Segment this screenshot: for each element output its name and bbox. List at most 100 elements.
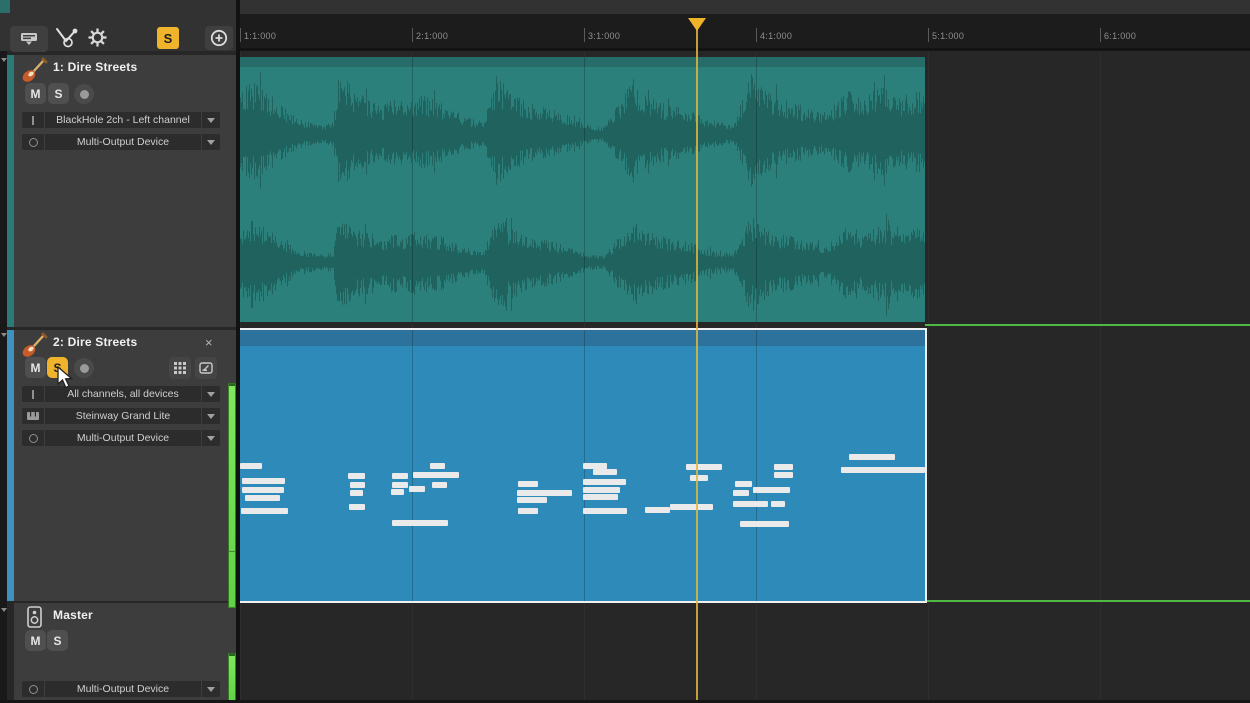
midi-note[interactable]: [645, 507, 670, 513]
ruler-tick-label: 6:1:000: [1104, 31, 1136, 41]
record-dot-icon: [80, 90, 89, 99]
midi-note[interactable]: [690, 475, 708, 481]
input-icon: [22, 386, 45, 402]
midi-note[interactable]: [583, 494, 618, 500]
ruler-top-strip: [240, 0, 1250, 14]
ruler-tick-label: 1:1:000: [244, 31, 276, 41]
midi-note[interactable]: [583, 479, 626, 485]
midi-note[interactable]: [349, 504, 365, 510]
midi-note[interactable]: [686, 464, 722, 470]
midi-note[interactable]: [733, 490, 749, 496]
master-track-name[interactable]: Master: [53, 608, 93, 622]
midi-note[interactable]: [245, 495, 280, 501]
midi-note[interactable]: [774, 472, 793, 478]
track1-mute-button[interactable]: M: [25, 83, 46, 104]
chevron-down-icon[interactable]: [201, 408, 220, 424]
midi-note[interactable]: [392, 482, 408, 488]
master-output-selector[interactable]: Multi-Output Device: [22, 681, 220, 697]
midi-note[interactable]: [432, 482, 447, 488]
track2-record-arm-button[interactable]: [74, 358, 94, 378]
chevron-down-icon[interactable]: [201, 386, 220, 402]
playhead-marker[interactable]: [688, 18, 706, 31]
track2-mute-button[interactable]: M: [25, 357, 46, 378]
midi-note[interactable]: [350, 490, 363, 496]
midi-note[interactable]: [240, 463, 262, 469]
guitar-icon: [20, 57, 48, 85]
midi-note[interactable]: [242, 487, 284, 493]
global-solo-indicator[interactable]: S: [157, 27, 179, 49]
midi-note[interactable]: [348, 473, 365, 479]
midi-note[interactable]: [841, 467, 925, 473]
midi-note[interactable]: [593, 469, 617, 475]
ruler-tick: [928, 28, 929, 42]
chevron-down-icon[interactable]: [201, 134, 220, 150]
chevron-down-icon[interactable]: [201, 112, 220, 128]
midi-note[interactable]: [583, 508, 627, 514]
midi-note[interactable]: [409, 486, 425, 492]
chevron-down-icon[interactable]: [201, 430, 220, 446]
midi-note[interactable]: [392, 473, 408, 479]
plus-circle-icon: [210, 29, 228, 47]
midi-note[interactable]: [670, 504, 713, 510]
track2-close-button[interactable]: ×: [205, 336, 213, 349]
popup-window-icon: [199, 362, 213, 374]
midi-note[interactable]: [517, 490, 572, 496]
track-header-1[interactable]: 1: Dire Streets M S BlackHole 2ch - Left…: [7, 55, 236, 327]
audio-clip-dire-streets[interactable]: [238, 57, 925, 322]
midi-note[interactable]: [392, 520, 448, 526]
track2-popup-window-button[interactable]: [195, 357, 217, 379]
midi-note[interactable]: [430, 463, 445, 469]
midi-clip-header[interactable]: [238, 330, 925, 346]
panel-toggle-button[interactable]: [10, 26, 48, 52]
track2-name[interactable]: 2: Dire Streets: [53, 335, 137, 349]
keyboard-icon: [22, 408, 45, 424]
track2-instrument-selector[interactable]: Steinway Grand Lite: [22, 408, 220, 424]
guitar-icon: [20, 332, 48, 360]
track2-grid-view-button[interactable]: [169, 357, 191, 379]
midi-note[interactable]: [391, 489, 404, 495]
ruler-tick-label: 2:1:000: [416, 31, 448, 41]
track1-solo-button[interactable]: S: [48, 83, 69, 104]
midi-note[interactable]: [774, 464, 793, 470]
track2-instrument-label: Steinway Grand Lite: [45, 410, 201, 422]
master-solo-button[interactable]: S: [47, 630, 68, 651]
chevron-down-icon[interactable]: [201, 681, 220, 697]
track2-input-selector[interactable]: All channels, all devices: [22, 386, 220, 402]
midi-note[interactable]: [771, 501, 785, 507]
track1-output-selector[interactable]: Multi-Output Device: [22, 134, 220, 150]
timeline-ruler[interactable]: 1:1:0002:1:0003:1:0004:1:0005:1:0006:1:0…: [240, 14, 1250, 48]
master-mute-button[interactable]: M: [25, 630, 46, 651]
midi-note[interactable]: [518, 508, 538, 514]
midi-clip-dire-streets-selected[interactable]: [236, 328, 927, 603]
midi-note[interactable]: [735, 481, 752, 487]
clip-bar-line: [412, 330, 413, 601]
automation-icon: [53, 26, 80, 49]
midi-note[interactable]: [517, 497, 547, 503]
settings-button[interactable]: [88, 28, 107, 52]
track1-record-arm-button[interactable]: [74, 84, 94, 104]
track2-output-selector[interactable]: Multi-Output Device: [22, 430, 220, 446]
midi-note[interactable]: [241, 508, 288, 514]
track1-input-selector[interactable]: BlackHole 2ch - Left channel: [22, 112, 220, 128]
track-header-master[interactable]: Master M S Multi-Output Device: [7, 603, 236, 700]
clip-bar-line: [756, 330, 757, 601]
midi-note[interactable]: [753, 487, 790, 493]
gear-icon: [88, 28, 107, 47]
midi-note[interactable]: [242, 478, 285, 484]
track1-name[interactable]: 1: Dire Streets: [53, 60, 137, 74]
midi-note[interactable]: [733, 501, 768, 507]
output-icon: [22, 134, 45, 150]
midi-note[interactable]: [350, 482, 365, 488]
midi-note[interactable]: [413, 472, 459, 478]
midi-note[interactable]: [849, 454, 895, 460]
track-header-2[interactable]: 2: Dire Streets × M S All c: [7, 330, 236, 601]
ruler-border: [240, 48, 1250, 51]
waveform-graphic: [238, 57, 925, 322]
midi-note[interactable]: [583, 487, 620, 493]
midi-note[interactable]: [518, 481, 538, 487]
add-track-button[interactable]: [205, 26, 233, 50]
automation-button[interactable]: [53, 26, 80, 54]
ruler-tick: [584, 28, 585, 42]
track-toolbar: S: [0, 0, 236, 51]
midi-note[interactable]: [740, 521, 789, 527]
